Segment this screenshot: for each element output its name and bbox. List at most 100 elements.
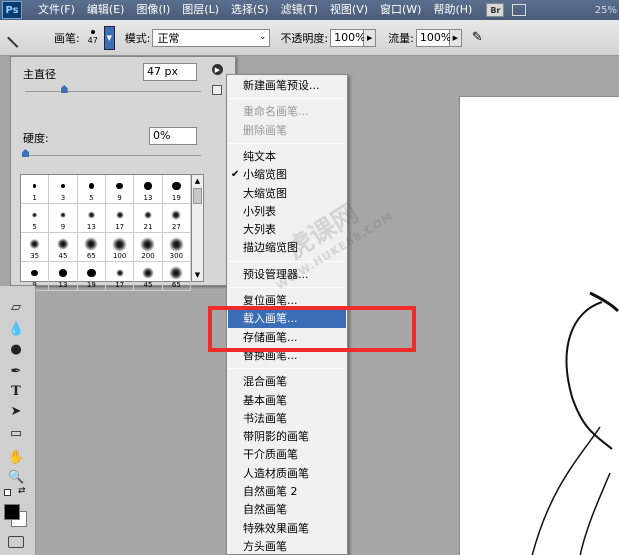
mode-select[interactable]: 正常 ⌄ [152,28,271,47]
swap-colors-icon[interactable]: ⇄ [18,486,26,496]
type-icon[interactable]: T [8,384,24,400]
menu-option[interactable]: 大列表 [228,221,346,239]
brush-preset-cell[interactable]: 3 [49,175,78,204]
menu-item[interactable]: 滤镜(T) [275,0,324,20]
menu-option[interactable]: 书法画笔 [228,410,346,428]
brush-tip-icon [31,265,38,281]
path-select-icon[interactable]: ➤ [8,404,24,420]
brush-preset-cell[interactable]: 9 [106,175,135,204]
diameter-slider-track[interactable] [25,91,201,92]
menu-option[interactable]: 小列表 [228,203,346,221]
menu-option[interactable]: 人造材质画笔 [228,465,346,483]
brush-preset-cell[interactable]: 100 [106,233,135,262]
brush-preset-cell[interactable]: 35 [21,233,50,262]
menu-item[interactable]: 编辑(E) [81,0,131,20]
brush-size-label: 17 [115,281,125,289]
menu-option[interactable]: 新建画笔预设... [228,77,346,95]
hand-icon[interactable]: ✋ [8,450,24,466]
blur-icon[interactable]: 💧 [8,322,24,338]
brush-preset-cell[interactable]: 13 [134,175,163,204]
opacity-input[interactable]: 100% [330,28,366,47]
scroll-down-icon[interactable]: ▼ [192,269,203,281]
brush-tip-icon [87,265,96,281]
menu-option[interactable]: 基本画笔 [228,392,346,410]
zoom-icon[interactable]: 🔍 [8,470,24,486]
brush-tip-icon [90,30,95,34]
menu-item[interactable]: 窗口(W) [374,0,427,20]
master-diameter-input[interactable]: 47 px [143,63,197,81]
brush-preset-cell[interactable]: 45 [134,262,163,291]
menu-option[interactable]: 纯文本 [228,148,346,166]
menu-option-label: 删除画笔 [243,123,287,137]
flow-label: 流量: [388,31,414,45]
dodge-icon[interactable]: ● [8,342,24,358]
brush-preset-cell[interactable]: 300 [162,233,191,262]
brush-tool-icon[interactable] [7,27,27,48]
flow-input[interactable]: 100% [415,28,451,47]
brush-preset-cell[interactable]: 19 [77,262,106,291]
brush-tip-icon [115,265,124,281]
brush-size-label: 9 [60,223,66,231]
scroll-up-icon[interactable]: ▲ [192,175,203,187]
flow-stepper-button[interactable]: ▶ [449,28,462,47]
menu-option[interactable]: 带阴影的画笔 [228,428,346,446]
menu-option[interactable]: 描边缩览图 [228,239,346,257]
brush-preset-cell[interactable]: 19 [162,175,191,204]
brush-preset-cell[interactable]: 65 [77,233,106,262]
arrange-documents-icon[interactable] [512,4,527,16]
menu-item[interactable]: 图像(I) [130,0,176,20]
menu-option[interactable]: 特殊效果画笔 [228,520,346,538]
brush-preset-cell[interactable]: 17 [106,262,135,291]
menu-item[interactable]: 帮助(H) [427,0,478,20]
diameter-slider-thumb[interactable] [60,85,68,93]
shape-icon[interactable]: ▭ [8,426,24,442]
menu-bar: Ps 文件(F) 编辑(E) 图像(I) 图层(L) 选择(S) 滤镜(T) 视图(V) 窗口… [0,0,619,20]
brush-picker-button[interactable]: ▼ [103,25,115,50]
menu-item[interactable]: 选择(S) [225,0,275,20]
brush-preset-cell[interactable]: 5 [77,175,106,204]
menu-option[interactable]: 干介质画笔 [228,446,346,464]
hardness-input[interactable]: 0% [149,127,197,145]
menu-option[interactable]: 方头画笔 [228,538,346,555]
hardness-slider-thumb[interactable] [22,149,29,157]
brush-preset-cell[interactable]: 27 [162,204,191,233]
brush-preset-cell[interactable]: 200 [134,233,163,262]
brush-preset-cell[interactable]: 1 [21,175,50,204]
eraser-icon[interactable]: ▱ [8,300,24,316]
brush-preset-cell[interactable]: 13 [49,262,78,291]
quick-mask-icon[interactable] [8,536,24,548]
brush-size-label: 13 [86,223,96,231]
brush-preset-cell[interactable]: 9 [49,204,78,233]
menu-option[interactable]: 预设管理器... [228,266,346,284]
scrollbar-thumb[interactable] [193,188,202,204]
brush-preset-cell[interactable]: 5 [21,204,50,233]
menu-option[interactable]: 大缩览图 [228,185,346,203]
brush-size-label: 27 [171,223,181,231]
menu-option[interactable]: ✔ 小缩览图 [228,166,346,184]
menu-item[interactable]: 图层(L) [176,0,225,20]
menu-option[interactable]: 自然画笔 [228,501,346,519]
airbrush-icon[interactable]: ✎ [472,30,483,45]
opacity-stepper-button[interactable]: ▶ [364,28,377,47]
hardness-slider-track[interactable] [25,155,201,156]
menu-item[interactable]: 文件(F) [32,0,81,20]
brush-preset-cell[interactable]: 45 [49,233,78,262]
document-canvas[interactable] [459,96,619,555]
preset-grid-scrollbar[interactable]: ▲ ▼ [192,174,204,282]
brush-preset-cell[interactable]: 13 [77,204,106,233]
zoom-level[interactable]: 25% [595,5,619,16]
foreground-color-swatch[interactable] [4,504,20,520]
brush-preview[interactable]: 47 [84,25,102,51]
menu-item[interactable]: 视图(V) [324,0,374,20]
pen-icon[interactable]: ✒ [8,364,24,380]
brush-preset-cell[interactable]: 17 [106,204,135,233]
brush-preset-cell[interactable]: 21 [134,204,163,233]
panel-menu-button[interactable]: ▶ [212,64,223,75]
bridge-button[interactable]: Br [486,3,505,17]
menu-option[interactable]: 自然画笔 2 [228,483,346,501]
menu-option[interactable]: 混合画笔 [228,373,346,391]
default-colors-icon[interactable] [4,489,11,496]
menu-option: 重命名画笔... [228,103,346,121]
new-preset-icon[interactable] [212,85,222,95]
brush-preset-cell[interactable]: 65 [162,262,191,291]
